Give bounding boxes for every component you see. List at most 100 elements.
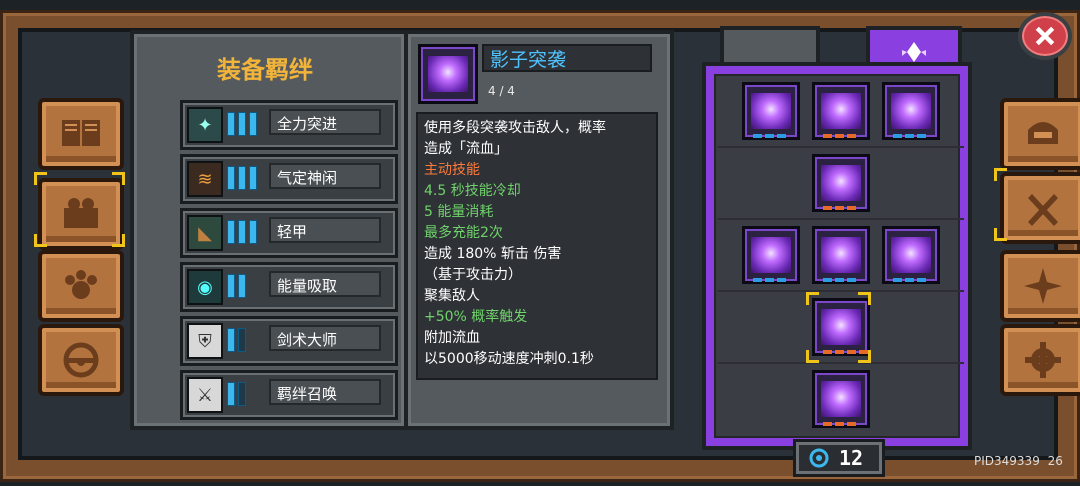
skill-node-selected[interactable] — [812, 298, 870, 356]
skill-node[interactable] — [812, 370, 870, 428]
skill-node[interactable] — [812, 154, 870, 212]
tab-talents[interactable] — [1000, 250, 1080, 322]
selection-corner — [806, 292, 819, 305]
level-bars — [227, 328, 246, 352]
bond-label: 羁绊召唤 — [269, 379, 381, 405]
dash-icon: ✦ — [187, 107, 223, 143]
description-line: 造成「流血」 — [424, 141, 508, 157]
energy-drain-icon: ◉ — [187, 269, 223, 305]
helmet-icon — [1028, 122, 1058, 144]
chest-icon — [64, 198, 98, 228]
selection-corner — [34, 234, 47, 247]
bond-item[interactable]: ≋ 气定神闲 — [180, 154, 398, 204]
level-bars — [227, 112, 257, 136]
skill-node[interactable] — [742, 226, 800, 284]
tab-handbook[interactable] — [38, 98, 124, 170]
skill-icon — [821, 93, 861, 129]
description-line: 附加流血 — [424, 330, 480, 346]
description-line: 4.5 秒技能冷却 — [424, 183, 521, 199]
selection-corner — [806, 350, 819, 363]
level-pips — [893, 278, 926, 282]
level-pips — [893, 134, 926, 138]
description-line: +50% 概率触发 — [424, 309, 528, 325]
description-line: 使用多段突袭攻击敌人，概率 — [424, 120, 606, 136]
bond-item[interactable]: ◣ 轻甲 — [180, 208, 398, 258]
description-line: 主动技能 — [424, 162, 480, 178]
selection-corner — [994, 168, 1007, 181]
pid-number: 26 — [1047, 454, 1063, 468]
swirl-icon — [809, 448, 829, 468]
description-line: 以5000移动速度冲刺0.1秒 — [424, 351, 594, 367]
level-pips — [823, 278, 856, 282]
page-title: 装备羁绊 — [217, 56, 313, 84]
tab-settings[interactable] — [1000, 324, 1080, 396]
description-lines: 使用多段突袭攻击敌人，概率 造成「流血」 主动技能 4.5 秒技能冷却 5 能量消耗 最多… — [424, 118, 650, 370]
skill-progress: 4 / 4 — [488, 84, 515, 98]
bond-label: 轻甲 — [269, 217, 381, 243]
skill-detail-icon — [418, 44, 478, 104]
description-line: 最多充能2次 — [424, 225, 503, 241]
level-pips — [753, 134, 786, 138]
tab-pets[interactable] — [38, 250, 124, 322]
level-pips — [823, 206, 856, 210]
crystal-icon — [902, 42, 926, 62]
bond-label: 气定神闲 — [269, 163, 381, 189]
tab-character[interactable] — [1000, 98, 1080, 170]
selection-corner — [112, 234, 125, 247]
tab-vehicle[interactable] — [38, 324, 124, 396]
skill-icon — [751, 93, 791, 129]
heart-creature-icon — [751, 237, 791, 273]
skill-node[interactable] — [882, 82, 940, 140]
level-bars — [227, 220, 257, 244]
skill-node[interactable] — [812, 82, 870, 140]
shadow-strike-icon — [428, 56, 468, 92]
bond-item[interactable]: ✦ 全力突进 — [180, 100, 398, 150]
skill-node[interactable] — [812, 226, 870, 284]
level-bars — [227, 274, 246, 298]
heal-plus-icon — [891, 93, 931, 129]
description-line: （基于攻击力） — [424, 267, 522, 283]
bond-summon-icon: ⚔ — [187, 377, 223, 413]
selection-corner — [34, 172, 47, 185]
level-bars — [227, 166, 257, 190]
bond-item[interactable]: ⚔ 羁绊召唤 — [180, 370, 398, 420]
close-button[interactable] — [1018, 12, 1072, 60]
skill-name: 影子突袭 — [482, 44, 652, 72]
shield-icon — [891, 237, 931, 273]
skill-node[interactable] — [742, 82, 800, 140]
sword-master-icon: ⛨ — [187, 323, 223, 359]
level-pips — [823, 134, 856, 138]
bond-label: 剑术大师 — [269, 325, 381, 351]
selection-corner — [112, 172, 125, 185]
selection-corner — [858, 350, 871, 363]
skill-node[interactable] — [882, 226, 940, 284]
cross-slash-icon — [821, 381, 861, 417]
crossed-weapons-icon — [1028, 194, 1058, 226]
bond-item[interactable]: ◉ 能量吸取 — [180, 262, 398, 312]
paw-icon — [65, 270, 97, 299]
description-line: 造成 180% 斩击 伤害 — [424, 246, 562, 262]
close-icon — [1035, 26, 1055, 46]
shadow-strike-icon — [821, 309, 861, 345]
currency-counter: 12 — [796, 442, 882, 474]
selection-corner — [994, 228, 1007, 241]
description-line: 5 能量消耗 — [424, 204, 494, 220]
pillar-light-icon — [821, 237, 861, 273]
level-pips — [753, 278, 786, 282]
steering-wheel-icon — [63, 342, 99, 378]
calm-icon: ≋ — [187, 161, 223, 197]
player-id: PID349339 26 — [974, 454, 1063, 468]
currency-value: 12 — [839, 446, 864, 470]
sword-slash-icon — [821, 165, 861, 201]
pid-text: PID349339 — [974, 454, 1040, 468]
selection-corner — [858, 292, 871, 305]
tab-weapon-upgrade[interactable] — [1000, 172, 1080, 244]
light-armor-icon: ◣ — [187, 215, 223, 251]
level-bars — [227, 382, 246, 406]
bond-item[interactable]: ⛨ 剑术大师 — [180, 316, 398, 366]
bond-label: 全力突进 — [269, 109, 381, 135]
description-line: 聚集敌人 — [424, 288, 480, 304]
level-pips — [823, 422, 856, 426]
book-icon — [62, 120, 100, 146]
bond-label: 能量吸取 — [269, 271, 381, 297]
